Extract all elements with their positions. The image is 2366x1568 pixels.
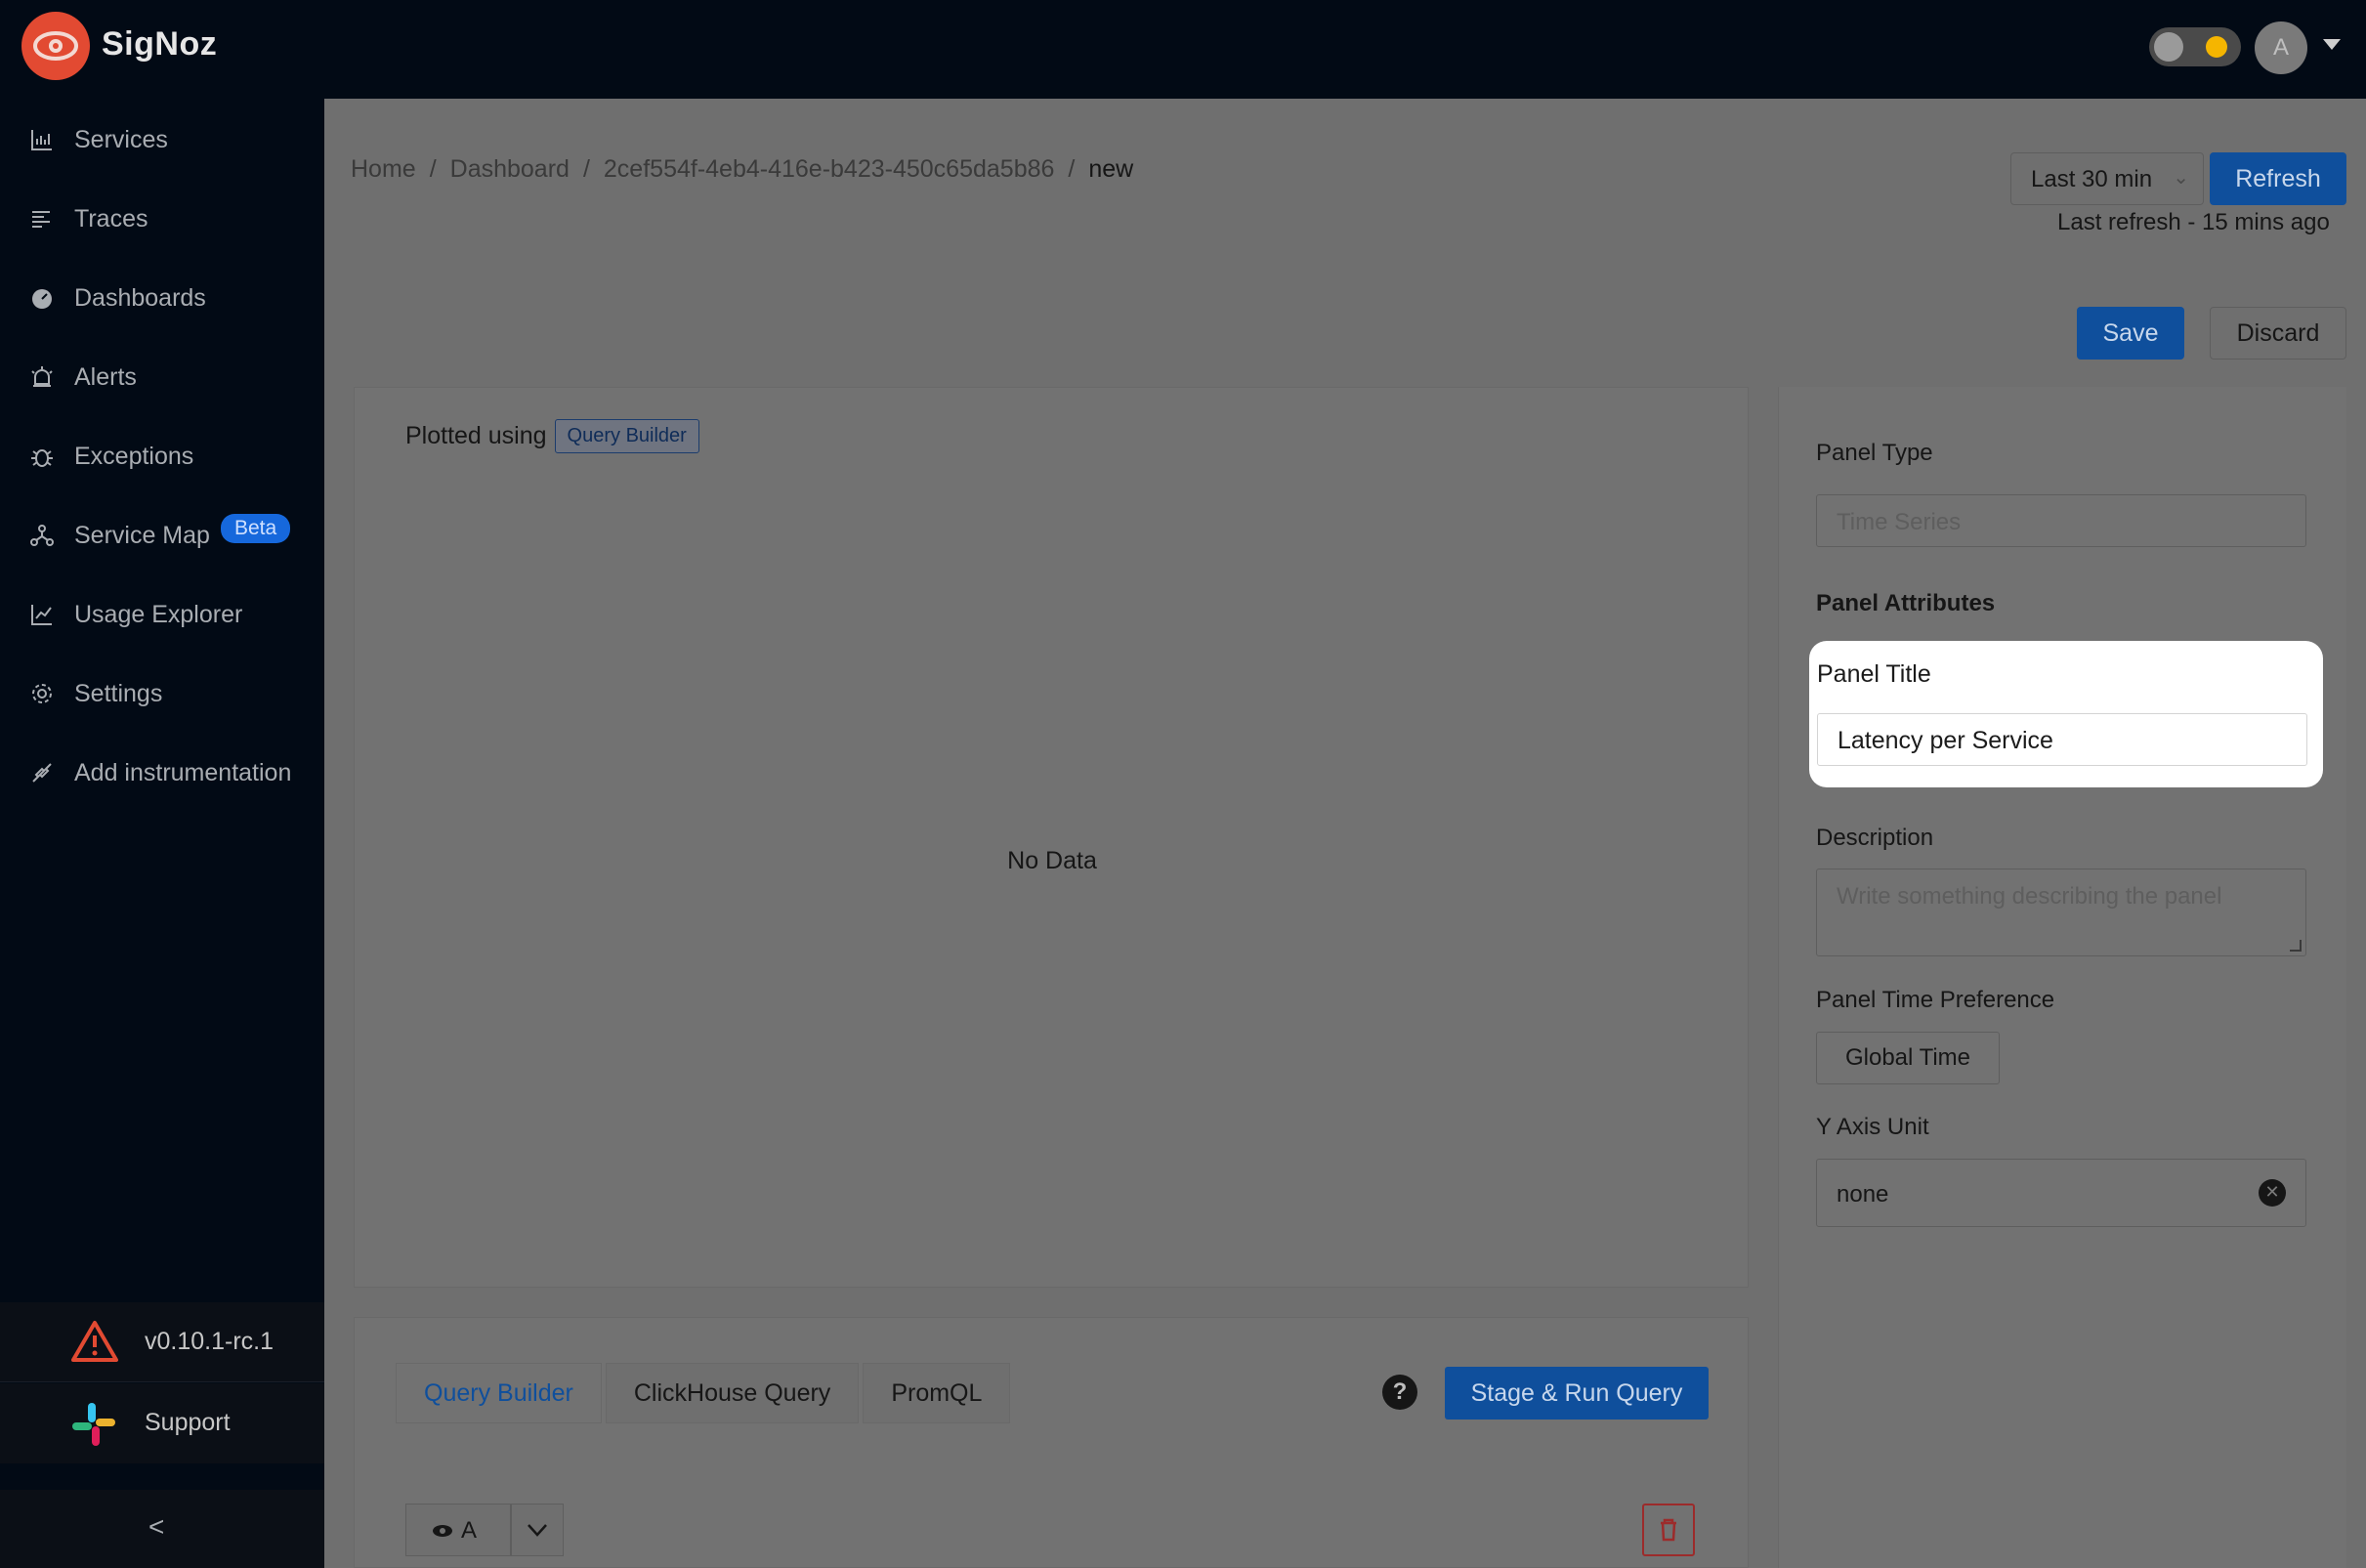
y-axis-unit-label: Y Axis Unit	[1816, 1114, 1929, 1140]
breadcrumb-home[interactable]: Home	[351, 155, 416, 184]
plotted-using: Plotted using Query Builder	[405, 419, 699, 453]
warning-icon	[71, 1321, 118, 1362]
panel-title-input[interactable]: Latency per Service	[1817, 713, 2307, 766]
main-content: Home / Dashboard / 2cef554f-4eb4-416e-b4…	[324, 99, 2366, 1568]
chevron-down-icon: ⌄	[2173, 167, 2189, 189]
panel-title-highlight: Panel Title Latency per Service	[1809, 641, 2323, 787]
eye-icon	[433, 1525, 452, 1537]
panel-type-select[interactable]: Time Series	[1816, 494, 2306, 547]
sun-icon	[2206, 36, 2227, 58]
gear-icon	[32, 684, 52, 703]
description-label: Description	[1816, 825, 1934, 851]
panel-type-label: Panel Type	[1816, 440, 1933, 466]
resize-handle[interactable]	[2290, 940, 2302, 952]
signoz-logo-icon[interactable]	[21, 12, 90, 80]
beta-badge: Beta	[221, 514, 291, 543]
description-placeholder: Write something describing the panel	[1837, 883, 2222, 910]
bug-icon	[31, 449, 53, 467]
breadcrumb-separator: /	[582, 155, 590, 183]
tab-query-builder[interactable]: Query Builder	[396, 1363, 602, 1423]
sidebar-item-label: Settings	[74, 679, 163, 707]
graph-panel: Plotted using Query Builder No Data	[354, 387, 1749, 1288]
sidebar-item-usage-explorer[interactable]: Usage Explorer	[0, 585, 324, 644]
global-time-button[interactable]: Global Time	[1816, 1032, 2000, 1084]
deployment-icon	[30, 525, 54, 546]
chevron-down-icon	[528, 1524, 547, 1537]
sidebar-item-label: Service Map	[74, 521, 210, 549]
sidebar-item-traces[interactable]: Traces	[0, 190, 324, 248]
chevron-left-icon: <	[148, 1511, 165, 1542]
delete-query-button[interactable]	[1642, 1504, 1695, 1556]
expand-query-button[interactable]	[511, 1504, 564, 1556]
sidebar-item-label: Dashboards	[74, 283, 206, 312]
sidebar-item-label: Traces	[74, 204, 148, 233]
last-refresh-text: Last refresh - 15 mins ago	[2057, 209, 2330, 235]
sidebar-item-service-map[interactable]: Service Map Beta	[0, 506, 324, 565]
panel-attributes-heading: Panel Attributes	[1816, 590, 1996, 616]
breadcrumb: Home / Dashboard / 2cef554f-4eb4-416e-b4…	[351, 155, 1133, 184]
sidebar-item-settings[interactable]: Settings	[0, 664, 324, 723]
sidebar-item-alerts[interactable]: Alerts	[0, 348, 324, 406]
support-link[interactable]: Support	[0, 1383, 324, 1463]
collapse-sidebar-button[interactable]: <	[0, 1490, 324, 1568]
brand-name[interactable]: SigNoz	[102, 25, 217, 64]
panel-title-label: Panel Title	[1817, 660, 1931, 688]
sidebar-item-dashboards[interactable]: Dashboards	[0, 269, 324, 327]
support-text: Support	[145, 1409, 231, 1436]
sidebar-item-services[interactable]: Services	[0, 110, 324, 169]
sidebar-item-label: Alerts	[74, 362, 137, 391]
breadcrumb-separator: /	[1068, 155, 1076, 183]
top-header: SigNoz A	[0, 0, 2366, 99]
refresh-button[interactable]: Refresh	[2210, 152, 2346, 205]
version-text: v0.10.1-rc.1	[145, 1328, 275, 1355]
bar-chart-icon	[31, 130, 52, 150]
time-range-value: Last 30 min	[2031, 166, 2153, 192]
tab-promql[interactable]: PromQL	[863, 1363, 1011, 1423]
toggle-knob	[2154, 32, 2183, 62]
panel-time-preference-label: Panel Time Preference	[1816, 987, 2055, 1013]
no-data-text: No Data	[1007, 847, 1097, 874]
stage-run-query-button[interactable]: Stage & Run Query	[1445, 1367, 1709, 1420]
panel-title-value: Latency per Service	[1838, 727, 2053, 754]
panel-settings: Panel Type Time Series Panel Attributes …	[1778, 387, 2346, 1568]
time-range-select[interactable]: Last 30 min ⌄	[2010, 152, 2204, 205]
sidebar-item-label: Add instrumentation	[74, 758, 292, 786]
breadcrumb-current: new	[1088, 155, 1134, 183]
tab-clickhouse-query[interactable]: ClickHouse Query	[605, 1363, 860, 1423]
api-icon	[32, 763, 52, 783]
breadcrumb-dashboard[interactable]: Dashboard	[450, 155, 570, 184]
align-left-icon	[32, 211, 50, 228]
query-builder-tag: Query Builder	[554, 419, 699, 453]
breadcrumb-separator: /	[429, 155, 437, 183]
trash-icon	[1661, 1518, 1676, 1542]
query-name: A	[461, 1517, 478, 1544]
sidebar-item-label: Exceptions	[74, 442, 194, 470]
plotted-using-label: Plotted using	[405, 422, 547, 449]
sidebar: Services Traces Dashboards Alerts Except…	[0, 99, 324, 1568]
breadcrumb-dashboard-id[interactable]: 2cef554f-4eb4-416e-b423-450c65da5b86	[604, 155, 1055, 184]
dashboard-icon	[32, 289, 52, 309]
version-indicator[interactable]: v0.10.1-rc.1	[0, 1302, 324, 1382]
description-textarea[interactable]: Write something describing the panel	[1816, 869, 2306, 956]
save-button[interactable]: Save	[2077, 307, 2184, 360]
chevron-down-icon[interactable]	[2323, 39, 2341, 50]
query-tabs: Query Builder ClickHouse Query PromQL	[396, 1363, 1014, 1423]
sidebar-item-label: Services	[74, 125, 168, 153]
line-chart-icon	[31, 605, 52, 625]
slack-icon	[72, 1403, 115, 1446]
query-section: Query Builder ClickHouse Query PromQL ? …	[354, 1317, 1749, 1568]
clear-icon[interactable]: ✕	[2259, 1179, 2286, 1207]
discard-button[interactable]: Discard	[2210, 307, 2346, 360]
query-name-toggle[interactable]: A	[405, 1504, 511, 1556]
sidebar-item-add-instrumentation[interactable]: Add instrumentation	[0, 743, 324, 802]
sidebar-item-exceptions[interactable]: Exceptions	[0, 427, 324, 486]
alarm-icon	[31, 366, 53, 387]
help-icon[interactable]: ?	[1382, 1375, 1417, 1410]
theme-toggle[interactable]	[2149, 27, 2241, 66]
sidebar-item-label: Usage Explorer	[74, 600, 243, 628]
panel-type-value: Time Series	[1837, 509, 1962, 535]
y-axis-unit-value: none	[1837, 1181, 1889, 1208]
y-axis-unit-select[interactable]: none ✕	[1816, 1159, 2306, 1227]
avatar[interactable]: A	[2255, 21, 2307, 74]
